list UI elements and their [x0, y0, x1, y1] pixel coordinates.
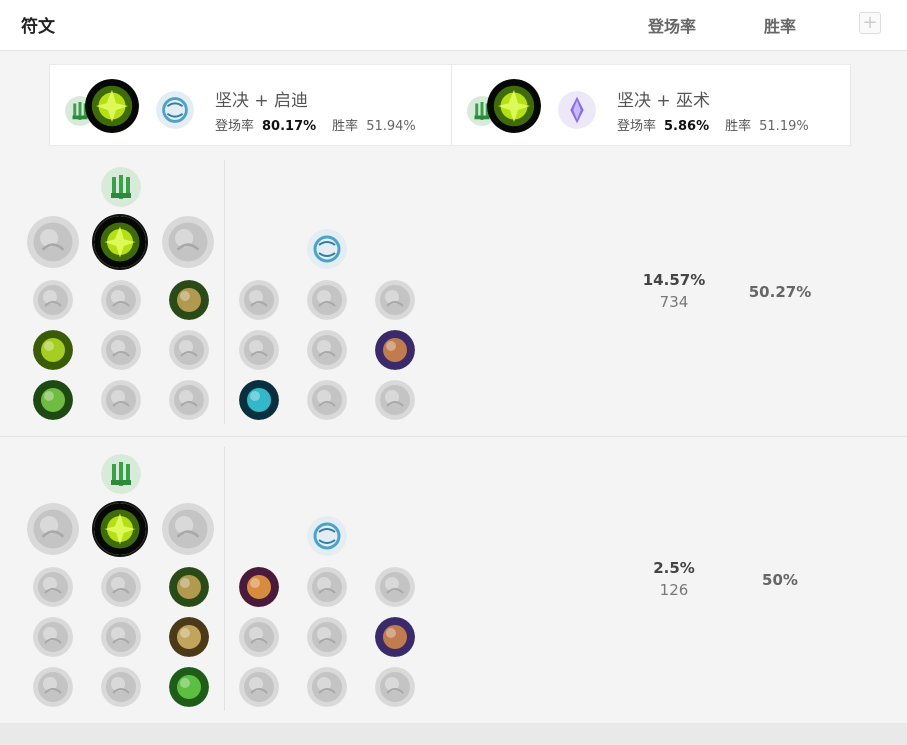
biscuit-delivery-icon — [375, 330, 415, 370]
cash-back-icon — [375, 280, 415, 320]
pickrate-label: 登场率 — [215, 119, 255, 134]
shield-bash-icon — [169, 280, 209, 320]
aftershock-icon — [94, 503, 146, 555]
game-count: 126 — [659, 581, 689, 599]
grasp-icon — [27, 216, 79, 268]
game-count: 734 — [659, 293, 689, 311]
inspiration-tree-icon — [307, 516, 347, 556]
pickrate-column-header[interactable]: 登场率 — [648, 13, 696, 37]
guardian-icon — [162, 503, 214, 555]
pickrate-value: 14.57% — [642, 271, 706, 289]
demolish-icon — [33, 280, 73, 320]
pickrate-label: 登场率 — [617, 119, 657, 134]
font-of-life-icon — [101, 567, 141, 607]
footer-bar — [0, 723, 907, 745]
winrate-value: 50.27% — [748, 283, 812, 301]
summary-stats: 登场率 5.86% 胜率 51.19% — [617, 115, 809, 134]
rune-tree-summary: 坚决 + 启迪 登场率 80.17% 胜率 51.94% 坚决 + 巫术 登场率 5.8… — [49, 64, 851, 146]
unflinching-icon — [169, 667, 209, 707]
aftershock-icon — [85, 79, 139, 133]
winrate-column-header[interactable]: 胜率 — [764, 13, 796, 37]
inspiration-tree-icon — [156, 91, 194, 129]
approach-velocity-icon — [307, 380, 347, 420]
winrate-value: 51.19% — [759, 119, 809, 134]
aftershock-icon — [94, 216, 146, 268]
bone-plating-icon — [169, 617, 209, 657]
overgrowth-icon — [33, 667, 73, 707]
sorcery-tree-icon — [558, 91, 596, 129]
demolish-icon — [33, 567, 73, 607]
inspiration-tree-icon — [307, 229, 347, 269]
hextech-flashtraption-icon — [239, 567, 279, 607]
conditioning-icon — [33, 617, 73, 657]
winrate-value: 50% — [762, 571, 798, 589]
pickrate-value: 2.5% — [653, 559, 695, 577]
hextech-flashtraption-icon — [239, 280, 279, 320]
pickrate-cell: 14.57% 734 — [604, 271, 744, 311]
triple-tonic-icon — [239, 330, 279, 370]
magical-footwear-icon — [307, 280, 347, 320]
aftershock-icon — [487, 79, 541, 133]
pickrate-value: 80.17% — [262, 119, 317, 134]
biscuit-delivery-icon — [375, 617, 415, 657]
guardian-icon — [162, 216, 214, 268]
overgrowth-icon — [33, 380, 73, 420]
cosmic-insight-icon — [239, 380, 279, 420]
revitalize-icon — [101, 667, 141, 707]
bone-plating-icon — [169, 330, 209, 370]
time-warp-tonic-icon — [307, 330, 347, 370]
summary-name: 坚决 + 巫术 — [617, 91, 711, 111]
runes-header: 符文 登场率 胜率 + — [0, 0, 907, 51]
resolve-tree-icon — [101, 454, 141, 494]
second-wind-icon — [101, 330, 141, 370]
triple-tonic-icon — [239, 617, 279, 657]
conditioning-icon — [33, 330, 73, 370]
rune-build-row[interactable]: 14.57% 734 50.27% — [0, 150, 907, 437]
time-warp-tonic-icon — [307, 617, 347, 657]
grasp-icon — [27, 503, 79, 555]
unflinching-icon — [169, 380, 209, 420]
section-title: 符文 — [21, 17, 55, 37]
add-button[interactable]: + — [859, 12, 881, 34]
approach-velocity-icon — [307, 667, 347, 707]
pickrate-value: 5.86% — [664, 119, 710, 134]
second-wind-icon — [101, 617, 141, 657]
cash-back-icon — [375, 567, 415, 607]
rune-build-row[interactable]: 2.5% 126 50% — [0, 437, 907, 723]
winrate-label: 胜率 — [725, 119, 752, 134]
winrate-value: 51.94% — [366, 119, 416, 134]
tree-divider — [224, 160, 225, 424]
magical-footwear-icon — [307, 567, 347, 607]
winrate-label: 胜率 — [332, 119, 359, 134]
jack-of-all-trades-icon — [375, 667, 415, 707]
jack-of-all-trades-icon — [375, 380, 415, 420]
cosmic-insight-icon — [239, 667, 279, 707]
summary-card-resolve-sorcery[interactable]: 坚决 + 巫术 登场率 5.86% 胜率 51.19% — [451, 65, 852, 145]
summary-stats: 登场率 80.17% 胜率 51.94% — [215, 115, 416, 134]
pickrate-cell: 2.5% 126 — [604, 559, 744, 599]
font-of-life-icon — [101, 280, 141, 320]
summary-card-resolve-inspiration[interactable]: 坚决 + 启迪 登场率 80.17% 胜率 51.94% — [50, 65, 450, 145]
tree-divider — [224, 447, 225, 711]
revitalize-icon — [101, 380, 141, 420]
shield-bash-icon — [169, 567, 209, 607]
summary-name: 坚决 + 启迪 — [215, 91, 309, 111]
resolve-tree-icon — [101, 167, 141, 207]
